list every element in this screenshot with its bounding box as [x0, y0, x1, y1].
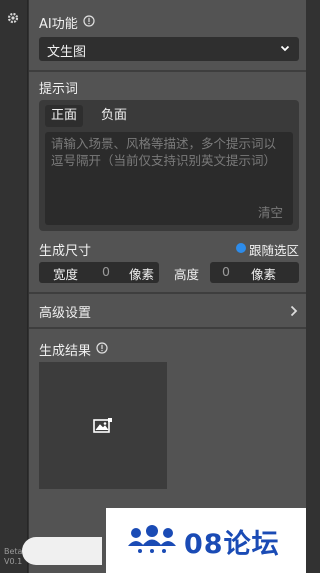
generate-button[interactable] [22, 537, 102, 565]
height-label: 高度 [174, 267, 200, 282]
chevron-down-icon [280, 45, 290, 52]
follow-selection-checkbox[interactable] [236, 243, 246, 253]
prompt-box: 正面 负面 请输入场景、风格等描述，多个提示词以 逗号隔开（当前仅支持识别英文提… [39, 100, 299, 231]
watermark-text: 08论坛 [184, 529, 280, 560]
divider [29, 327, 306, 329]
width-value: 0 [102, 264, 110, 279]
ai-feature-label: AI功能 [39, 17, 78, 32]
chevron-right-icon[interactable] [290, 305, 298, 317]
info-icon[interactable] [96, 342, 108, 354]
width-label: 宽度 [53, 267, 79, 282]
info-icon[interactable] [83, 15, 95, 27]
prompt-textarea[interactable]: 请输入场景、风格等描述，多个提示词以 逗号隔开（当前仅支持识别英文提示词） 清空 [45, 132, 293, 225]
ai-feature-select[interactable]: 文生图 [39, 37, 299, 61]
result-label: 生成结果 [39, 344, 92, 359]
result-preview [39, 362, 167, 489]
gear-icon[interactable] [7, 12, 19, 24]
divider [29, 70, 306, 72]
left-rail: Beta V0.1 [0, 0, 28, 573]
height-unit: 像素 [251, 267, 277, 282]
prompt-placeholder: 请输入场景、风格等描述，多个提示词以 逗号隔开（当前仅支持识别英文提示词） [51, 136, 277, 168]
height-field[interactable]: 0 像素 [210, 262, 299, 283]
advanced-settings[interactable]: 高级设置 [39, 302, 91, 321]
prompt-label: 提示词 [39, 82, 79, 97]
version-label: Beta V0.1 [4, 547, 23, 566]
follow-selection-label[interactable]: 跟随选区 [249, 240, 299, 259]
ai-feature-value: 文生图 [47, 45, 87, 60]
height-value: 0 [222, 264, 230, 279]
tab-positive[interactable]: 正面 [45, 105, 83, 127]
width-field[interactable]: 宽度 0 像素 [39, 262, 159, 283]
ai-panel: AI功能 文生图 提示词 正面 负面 请输入场景、风格等描述，多个提示词以 逗号… [29, 0, 306, 573]
width-unit: 像素 [129, 267, 155, 282]
tab-negative[interactable]: 负面 [95, 105, 133, 127]
image-placeholder-icon [93, 418, 112, 433]
watermark: 08论坛 [106, 508, 306, 573]
forum-logo-icon [128, 525, 176, 553]
clear-button[interactable]: 清空 [258, 202, 283, 221]
divider [29, 292, 306, 294]
size-label: 生成尺寸 [39, 244, 92, 259]
